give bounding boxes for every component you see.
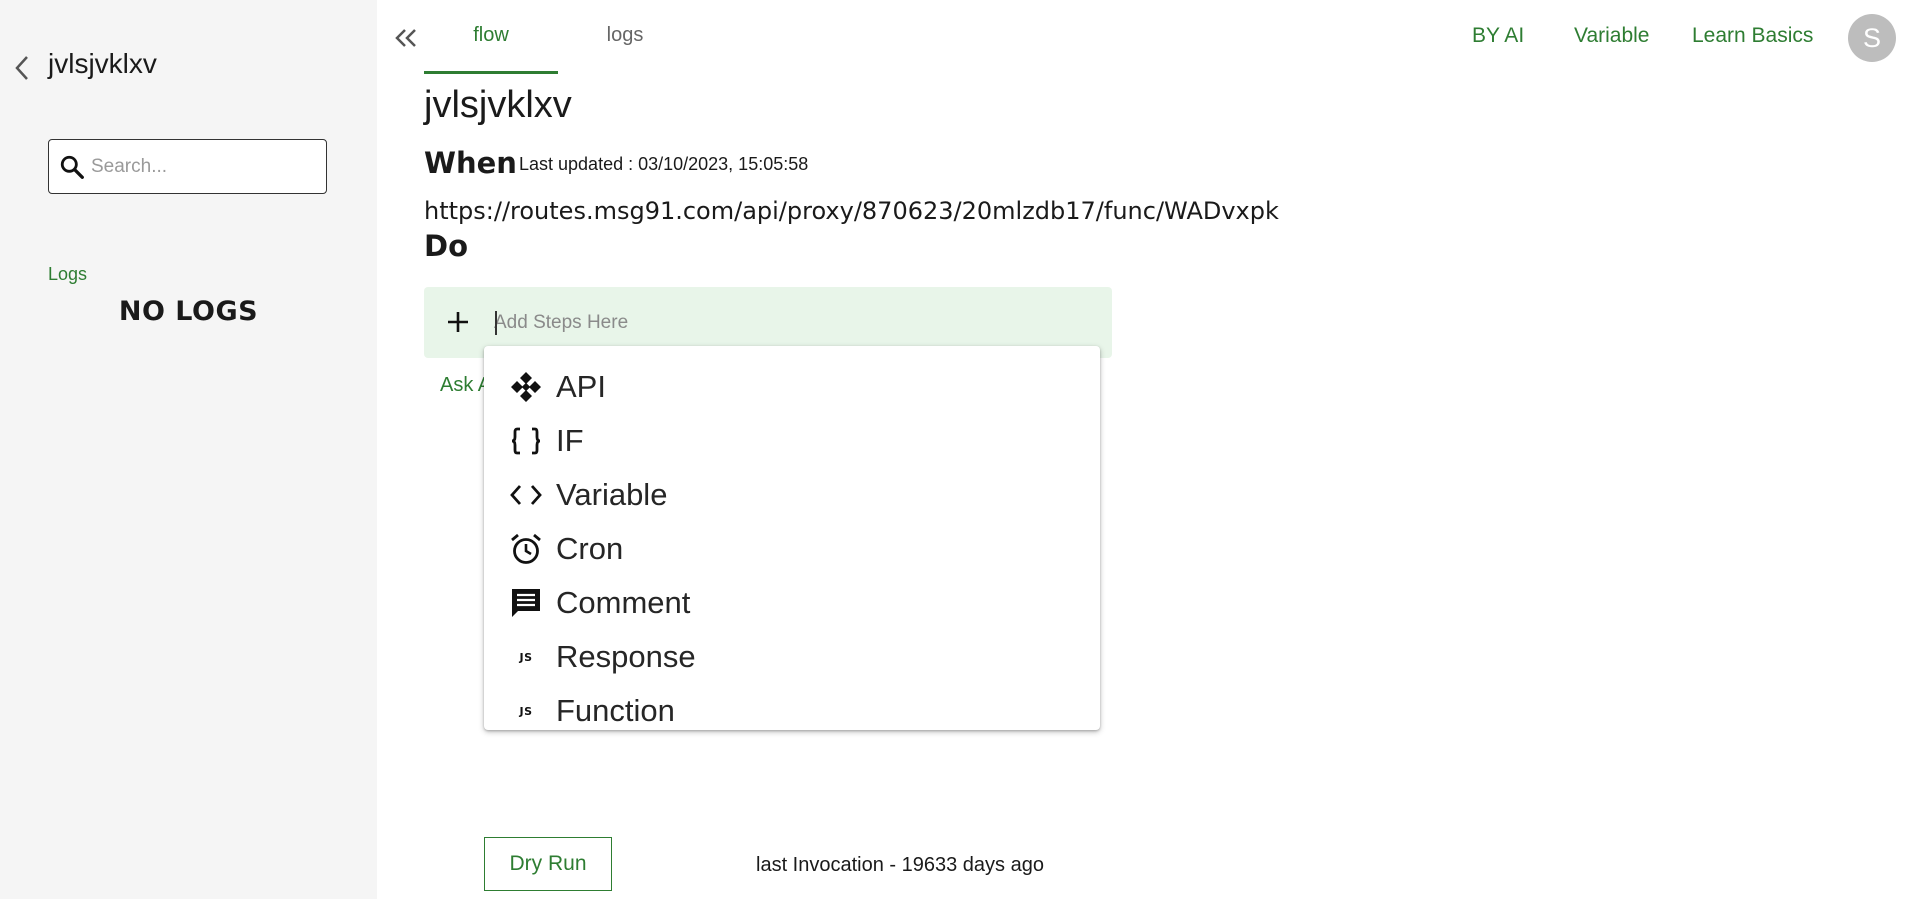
menu-item-response[interactable]: JS Response	[484, 630, 1100, 684]
flow-title: jvlsjvklxv	[424, 84, 572, 126]
sidebar-title: jvlsjvklxv	[48, 48, 157, 79]
menu-item-if[interactable]: IF	[484, 414, 1100, 468]
menu-item-comment[interactable]: Comment	[484, 576, 1100, 630]
plus-icon[interactable]	[442, 306, 474, 338]
last-invocation-text: last Invocation - 19633 days ago	[756, 854, 1044, 876]
text-caret	[495, 311, 497, 335]
sidebar: jvlsjvklxv Logs NO LOGS	[0, 0, 377, 899]
search-icon	[60, 155, 84, 179]
menu-item-label: Variable	[556, 477, 668, 512]
braces-icon	[508, 423, 544, 459]
search-input[interactable]	[91, 155, 311, 178]
alarm-icon	[508, 531, 544, 567]
last-updated-text: Last updated : 03/10/2023, 15:05:58	[519, 154, 809, 174]
comment-icon	[508, 585, 544, 621]
code-icon	[508, 477, 544, 513]
js-icon: JS	[519, 650, 533, 664]
menu-item-label: Comment	[556, 585, 691, 620]
menu-item-label: Response	[556, 639, 696, 674]
menu-item-label: Function	[556, 693, 675, 728]
do-heading: Do	[424, 229, 468, 263]
step-type-menu: API IF Variable Cron Comment JS Response…	[484, 346, 1100, 730]
by-ai-link[interactable]: BY AI	[1472, 24, 1524, 48]
add-steps-input[interactable]	[494, 307, 1084, 339]
menu-item-cron[interactable]: Cron	[484, 522, 1100, 576]
search-box[interactable]	[48, 139, 327, 194]
tab-logs[interactable]: logs	[558, 24, 692, 47]
when-heading: When	[424, 146, 517, 180]
no-logs-message: NO LOGS	[118, 296, 259, 327]
back-button[interactable]	[8, 54, 36, 82]
trigger-url[interactable]: https://routes.msg91.com/api/proxy/87062…	[424, 197, 1279, 225]
dry-run-button[interactable]: Dry Run	[484, 837, 612, 891]
menu-item-variable[interactable]: Variable	[484, 468, 1100, 522]
api-icon	[508, 369, 544, 405]
variable-link[interactable]: Variable	[1574, 24, 1650, 48]
menu-item-label: IF	[556, 423, 584, 458]
logs-link[interactable]: Logs	[48, 264, 87, 285]
double-chevron-left-icon	[395, 29, 416, 47]
active-tab-indicator	[424, 71, 558, 74]
menu-item-function[interactable]: JS Function	[484, 684, 1100, 738]
js-icon: JS	[519, 704, 533, 718]
tab-flow[interactable]: flow	[424, 24, 558, 47]
menu-item-label: API	[556, 369, 606, 404]
chevron-left-icon	[15, 56, 28, 80]
learn-basics-link[interactable]: Learn Basics	[1692, 24, 1813, 48]
avatar[interactable]: S	[1848, 14, 1896, 62]
collapse-sidebar-button[interactable]	[392, 24, 420, 52]
menu-item-label: Cron	[556, 531, 624, 566]
menu-item-api[interactable]: API	[484, 360, 1100, 414]
